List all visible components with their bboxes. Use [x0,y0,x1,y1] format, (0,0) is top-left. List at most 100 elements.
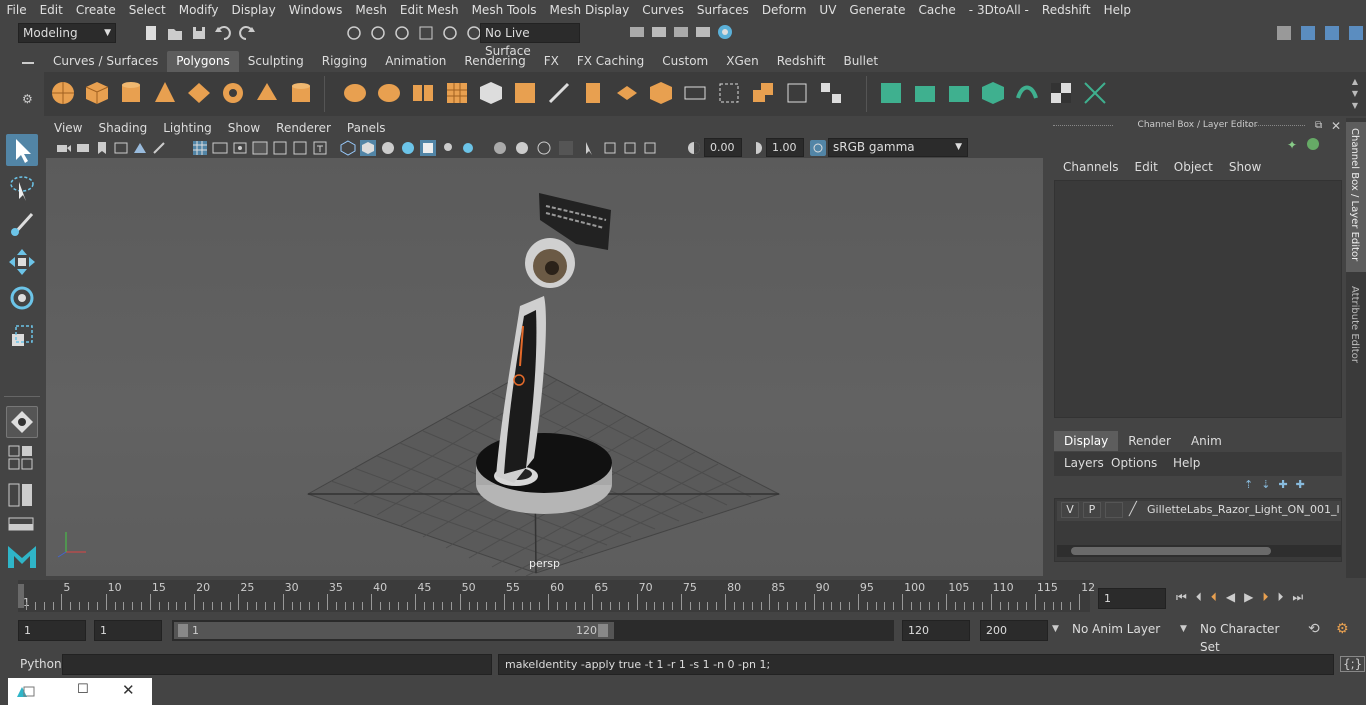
object-menu[interactable]: Object [1166,160,1221,174]
bevel-icon[interactable] [648,80,674,106]
uv-unfold-icon[interactable] [1014,80,1040,106]
menu-uv[interactable]: UV [813,3,843,17]
close-icon[interactable]: ✕ [122,681,135,699]
menu-mesh-tools[interactable]: Mesh Tools [465,3,543,17]
smooth-icon[interactable] [444,80,470,106]
shelf-settings-icon[interactable]: ⚙ [22,92,33,106]
shelf-scroll-icon[interactable]: ▲ ▼ ▼ [1352,76,1358,112]
menu-select[interactable]: Select [122,3,172,17]
new-layer-icon[interactable]: ✚ [1278,478,1287,491]
channel-box-toggle-icon[interactable] [1346,23,1366,43]
anim-layer-dropdown[interactable]: No Anim Layer [1068,620,1174,641]
ipr-render-icon[interactable] [672,24,690,40]
shelf-tab-rendering[interactable]: Rendering [455,51,534,72]
new-scene-icon[interactable] [142,24,160,42]
poly-cylinder-icon[interactable] [118,80,144,106]
viewport-menu-renderer[interactable]: Renderer [268,118,339,138]
uv-stitch-icon[interactable] [1082,80,1108,106]
attribute-editor-side-tab[interactable]: Attribute Editor [1346,280,1366,380]
gamma-field[interactable] [766,138,804,157]
shelf-tab-fx-caching[interactable]: FX Caching [568,51,653,72]
shelf-tab-rigging[interactable]: Rigging [313,51,376,72]
scale-tool-icon[interactable] [6,320,38,352]
mode-dropdown[interactable]: Modeling ▼ [18,23,116,43]
poly-cone-icon[interactable] [152,80,178,106]
anti-aliasing-icon[interactable] [536,140,552,156]
modeling-toolkit-icon[interactable] [1274,23,1294,43]
panel-grip[interactable] [1245,125,1305,127]
select-by-hierarchy-icon[interactable] [345,24,363,42]
screen-space-ao-icon[interactable] [492,140,508,156]
lasso-tool-icon[interactable] [6,172,38,204]
viewport-menu-panels[interactable]: Panels [339,118,394,138]
two-view-layout-icon[interactable] [8,482,36,510]
use-all-lights-icon[interactable] [440,140,456,156]
field-chart-icon[interactable] [272,140,288,156]
range-start-grip[interactable] [178,624,188,637]
attribute-editor-toggle-icon[interactable] [1298,23,1318,43]
close-icon[interactable]: ✕ [1331,119,1341,133]
film-gate-icon[interactable] [212,140,228,156]
multi-cut-icon[interactable] [546,80,572,106]
shelf-tab-redshift[interactable]: Redshift [768,51,835,72]
render-view-icon[interactable] [694,24,712,40]
camera-attributes-icon[interactable] [75,140,91,156]
isolate-select-icon[interactable] [582,140,598,156]
four-view-layout-icon[interactable] [8,444,36,472]
open-scene-icon[interactable] [166,24,184,42]
script-language-label[interactable]: Python [20,657,62,671]
shelf-tab-custom[interactable]: Custom [653,51,717,72]
save-scene-icon[interactable] [190,24,208,42]
float-panel-icon[interactable]: ⧉ [1315,120,1322,131]
bookmarks-icon[interactable] [94,140,110,156]
poly-sphere-icon[interactable] [50,80,76,106]
xray-components-icon[interactable] [642,140,658,156]
viewport-menu-lighting[interactable]: Lighting [155,118,220,138]
combine-icon[interactable] [342,80,368,106]
menu-help[interactable]: Help [1097,3,1137,17]
channels-list[interactable] [1054,180,1342,418]
menu-deform[interactable]: Deform [755,3,813,17]
two-d-pan-icon[interactable] [132,140,148,156]
hypershade-icon[interactable] [716,24,734,40]
menu-mesh-display[interactable]: Mesh Display [543,3,636,17]
new-layer-selected-icon[interactable]: ✚ [1296,478,1305,491]
select-by-object-icon[interactable] [369,24,387,42]
move-tool-icon[interactable] [6,246,38,278]
layer-row[interactable]: V P ╱ GilletteLabs_Razor_Light_ON_001_la… [1057,501,1341,521]
menu-3dtoall[interactable]: - 3DtoAll - [962,3,1035,17]
animation-end-field[interactable] [980,620,1048,641]
paint-select-tool-icon[interactable] [6,208,38,240]
uv-spherical-icon[interactable] [946,80,972,106]
anim-tab[interactable]: Anim [1181,431,1232,451]
layer-type-toggle[interactable] [1105,502,1123,518]
grease-pencil-icon[interactable] [151,140,167,156]
bridge-icon[interactable] [512,80,538,106]
xray-joints-icon[interactable] [622,140,638,156]
layer-color-icon[interactable]: ╱ [1129,502,1137,517]
layer-name[interactable]: GilletteLabs_Razor_Light_ON_001_lay [1147,503,1339,516]
viewport-menu-view[interactable]: View [46,118,90,138]
scrollbar-thumb[interactable] [1071,547,1271,555]
menu-redshift[interactable]: Redshift [1035,3,1097,17]
script-editor-icon[interactable]: {;} [1340,656,1366,672]
select-tool-icon[interactable] [6,134,38,166]
safe-action-icon[interactable] [292,140,308,156]
menu-edit[interactable]: Edit [33,3,69,17]
image-plane-icon[interactable] [113,140,129,156]
move-layer-up-icon[interactable]: ⇡ [1244,478,1253,491]
go-to-end-icon[interactable]: ⏭ [1292,590,1303,605]
move-layer-down-icon[interactable]: ⇣ [1261,478,1270,491]
insert-edge-loop-icon[interactable] [580,80,606,106]
xray-icon[interactable] [602,140,618,156]
mirror-icon[interactable] [410,80,436,106]
redo-icon[interactable] [238,24,256,42]
wireframe-on-shaded-icon[interactable] [400,140,416,156]
poly-torus-icon[interactable] [220,80,246,106]
go-to-start-icon[interactable]: ⏮ [1176,590,1187,605]
shelf-tab-curves-surfaces[interactable]: Curves / Surfaces [44,51,167,72]
shelf-tab-xgen[interactable]: XGen [717,51,768,72]
poly-pyramid-icon[interactable] [254,80,280,106]
menu-surfaces[interactable]: Surfaces [690,3,755,17]
channel-box-side-tab[interactable]: Channel Box / Layer Editor [1346,122,1366,272]
